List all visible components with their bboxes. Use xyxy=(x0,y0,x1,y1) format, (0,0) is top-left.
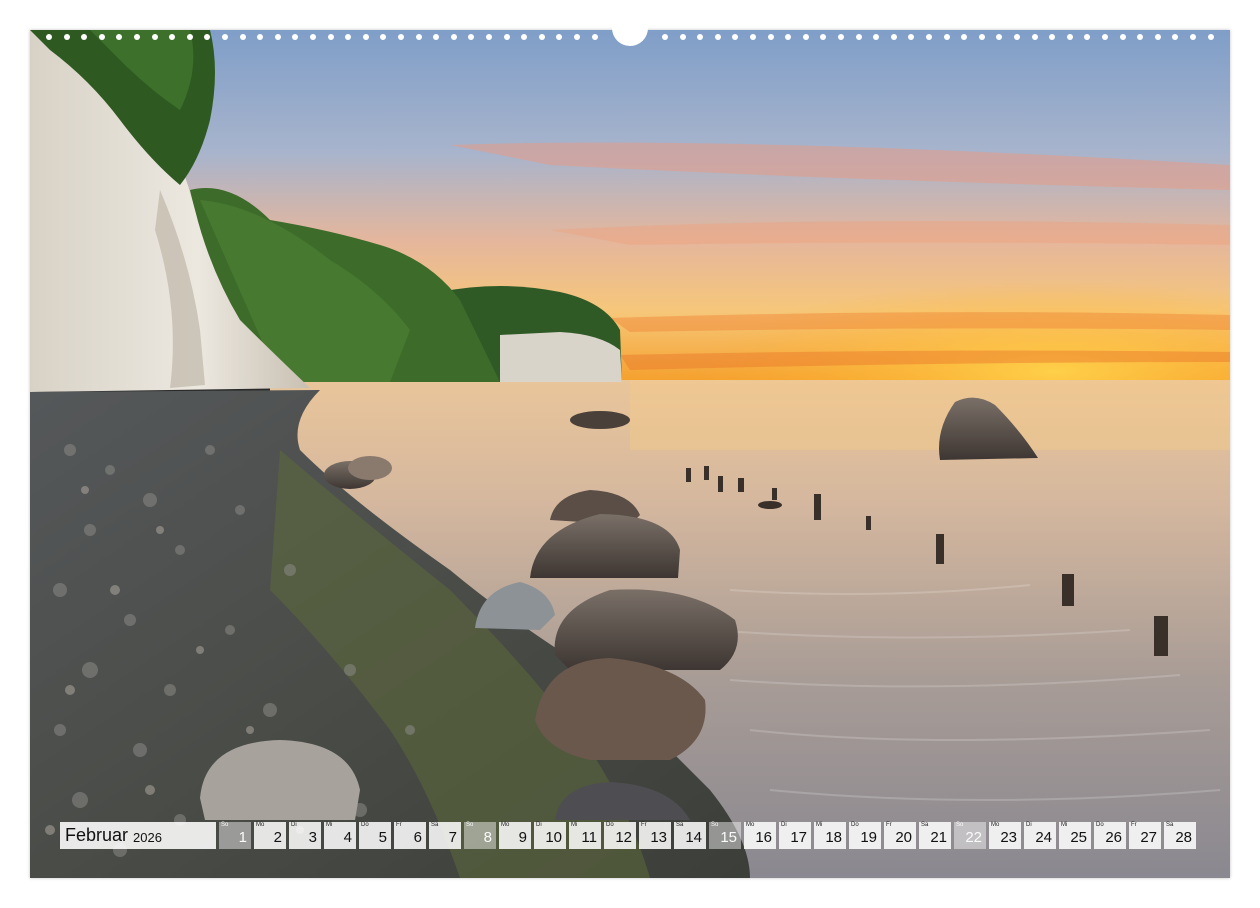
day-cell: Mo 23 xyxy=(989,822,1021,849)
day-weekday: So xyxy=(466,822,474,828)
day-number: 17 xyxy=(790,829,807,846)
day-number: 25 xyxy=(1070,829,1087,846)
day-cell: So 22 xyxy=(954,822,986,849)
day-number: 7 xyxy=(448,829,457,846)
day-weekday: Sa xyxy=(431,822,439,828)
day-cell: So 15 xyxy=(709,822,741,849)
day-weekday: So xyxy=(711,822,719,828)
day-number: 13 xyxy=(650,829,667,846)
day-cell: Di 3 xyxy=(289,822,321,849)
day-weekday: Mo xyxy=(501,822,510,828)
month-name: Februar xyxy=(65,825,129,845)
day-number: 6 xyxy=(413,829,422,846)
day-number: 3 xyxy=(308,829,317,846)
day-cell: Di 17 xyxy=(779,822,811,849)
day-cell: Do 12 xyxy=(604,822,636,849)
day-cell: Sa 7 xyxy=(429,822,461,849)
day-number: 15 xyxy=(720,829,737,846)
day-cell: Mo 2 xyxy=(254,822,286,849)
day-number: 12 xyxy=(615,829,632,846)
day-weekday: Fr xyxy=(886,822,892,828)
day-number: 16 xyxy=(755,829,772,846)
day-cell: Sa 28 xyxy=(1164,822,1196,849)
day-cell: Di 10 xyxy=(534,822,566,849)
day-number: 18 xyxy=(825,829,842,846)
day-weekday: Do xyxy=(606,822,614,828)
day-number: 5 xyxy=(378,829,387,846)
day-number: 10 xyxy=(545,829,562,846)
day-weekday: Do xyxy=(1096,822,1104,828)
day-weekday: Fr xyxy=(641,822,647,828)
day-weekday: Di xyxy=(1026,822,1032,828)
day-number: 22 xyxy=(965,829,982,846)
day-number: 26 xyxy=(1105,829,1122,846)
month-year: 2026 xyxy=(133,829,162,845)
day-weekday: Sa xyxy=(1166,822,1174,828)
day-weekday: Mo xyxy=(746,822,755,828)
day-number: 1 xyxy=(238,829,247,846)
day-cell: So 8 xyxy=(464,822,496,849)
day-number: 9 xyxy=(518,829,527,846)
day-weekday: Sa xyxy=(676,822,684,828)
day-weekday: Mo xyxy=(991,822,1000,828)
day-cell: Do 19 xyxy=(849,822,881,849)
day-weekday: Di xyxy=(781,822,787,828)
day-number: 21 xyxy=(930,829,947,846)
day-weekday: Mi xyxy=(326,822,333,828)
day-number: 23 xyxy=(1000,829,1017,846)
day-weekday: Mo xyxy=(256,822,265,828)
day-cell: Mo 9 xyxy=(499,822,531,849)
calendar-sheet xyxy=(30,30,1230,878)
day-cell: Do 26 xyxy=(1094,822,1126,849)
day-weekday: Do xyxy=(361,822,369,828)
day-number: 14 xyxy=(685,829,702,846)
month-label: Februar 2026 xyxy=(60,822,216,849)
day-cell: Di 24 xyxy=(1024,822,1056,849)
day-cell: Mi 11 xyxy=(569,822,601,849)
day-cell: Sa 21 xyxy=(919,822,951,849)
day-cell: So 1 xyxy=(219,822,251,849)
day-number: 11 xyxy=(581,829,597,846)
day-number: 27 xyxy=(1140,829,1157,846)
day-cell: Do 5 xyxy=(359,822,391,849)
day-number: 20 xyxy=(895,829,912,846)
day-weekday: So xyxy=(221,822,229,828)
day-cell: Mi 25 xyxy=(1059,822,1091,849)
day-number: 8 xyxy=(483,829,492,846)
day-weekday: Do xyxy=(851,822,859,828)
day-weekday: Di xyxy=(536,822,542,828)
day-weekday: Di xyxy=(291,822,297,828)
day-number: 24 xyxy=(1035,829,1052,846)
day-weekday: Mi xyxy=(1061,822,1068,828)
day-weekday: So xyxy=(956,822,964,828)
day-cell: Fr 20 xyxy=(884,822,916,849)
day-cell: Fr 13 xyxy=(639,822,671,849)
day-cell: Fr 27 xyxy=(1129,822,1161,849)
day-weekday: Fr xyxy=(1131,822,1137,828)
day-cell: Sa 14 xyxy=(674,822,706,849)
day-cell: Mi 18 xyxy=(814,822,846,849)
day-weekday: Sa xyxy=(921,822,929,828)
day-number: 28 xyxy=(1175,829,1192,846)
day-weekday: Mi xyxy=(816,822,823,828)
day-number: 19 xyxy=(860,829,877,846)
day-number: 2 xyxy=(273,829,282,846)
day-cell: Fr 6 xyxy=(394,822,426,849)
day-weekday: Fr xyxy=(396,822,402,828)
day-number: 4 xyxy=(343,829,352,846)
day-cell: Mi 4 xyxy=(324,822,356,849)
coastal-sunset-photo xyxy=(30,30,1230,878)
day-cell: Mo 16 xyxy=(744,822,776,849)
calendar-strip: Februar 2026 So 1 Mo 2 Di 3 Mi 4 Do 5 Fr 6 Sa 7 So 8 Mo 9… xyxy=(60,822,1199,849)
day-weekday: Mi xyxy=(571,822,578,828)
